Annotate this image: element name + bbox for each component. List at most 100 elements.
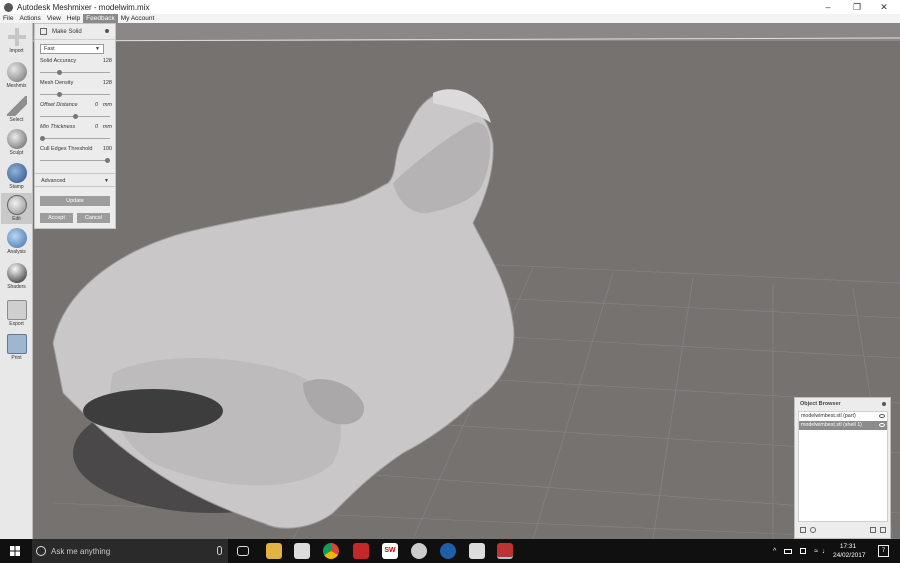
select-arrow-icon: [6, 96, 27, 116]
tool-edit[interactable]: Edit: [1, 193, 32, 224]
offset-distance-slider[interactable]: [40, 114, 110, 119]
param-unit: mm: [102, 102, 112, 108]
left-toolbar: Import Meshmix Select Sculpt Stamp Edit …: [0, 23, 33, 539]
app-icon[interactable]: [440, 543, 456, 559]
param-label: Mesh Density: [40, 80, 74, 86]
tool-label: Analysis: [7, 249, 26, 255]
taskbar-search-box[interactable]: Ask me anything: [32, 539, 228, 563]
solid-accuracy-slider[interactable]: [40, 70, 110, 75]
param-value: 0: [94, 102, 98, 108]
3d-viewport[interactable]: [33, 23, 900, 539]
menu-help[interactable]: Help: [64, 14, 83, 23]
tool-meshmix[interactable]: Meshmix: [1, 62, 32, 89]
chevron-up-icon[interactable]: ^: [773, 548, 776, 555]
tool-shaders[interactable]: Shaders: [1, 263, 32, 290]
plus-icon: [6, 27, 27, 47]
tool-label: Meshmix: [6, 83, 27, 89]
tool-analysis[interactable]: Analysis: [1, 228, 32, 255]
panel-header: Make Solid: [35, 24, 115, 40]
volume-icon[interactable]: ♩: [822, 548, 829, 555]
menu-view[interactable]: View: [44, 14, 64, 23]
trash-icon[interactable]: [880, 527, 886, 533]
battery-icon[interactable]: [784, 548, 793, 554]
param-value: 128: [102, 58, 112, 64]
meshmixer-taskbar-icon[interactable]: [497, 543, 513, 559]
tool-select[interactable]: Select: [1, 96, 32, 123]
network-icon[interactable]: [800, 548, 807, 554]
min-thickness-slider[interactable]: [40, 136, 110, 141]
mode-dropdown[interactable]: Fast ▼: [40, 44, 104, 54]
slider-knob[interactable]: [72, 114, 78, 119]
app-icon[interactable]: SW: [382, 543, 398, 559]
param-label: Min Thickness: [40, 124, 76, 130]
file-explorer-icon[interactable]: [266, 543, 282, 559]
chrome-icon[interactable]: [323, 543, 339, 559]
advanced-section-toggle[interactable]: Advanced ▼: [35, 173, 115, 187]
export-icon: [6, 300, 27, 320]
tool-label: Sculpt: [9, 150, 24, 156]
cortana-icon: [36, 546, 46, 556]
mode-value: Fast: [44, 46, 55, 52]
slider-knob[interactable]: [40, 136, 45, 141]
maximize-button[interactable]: ❐: [843, 0, 871, 14]
menu-my-account[interactable]: My Account: [118, 14, 158, 23]
clock-time: 17:31: [839, 543, 857, 550]
param-offset-distance: Offset Distance 0 mm: [40, 102, 112, 110]
wifi-icon[interactable]: ≈: [814, 548, 818, 555]
task-view-icon[interactable]: [237, 546, 249, 556]
param-label: Solid Accuracy: [40, 58, 77, 64]
update-button[interactable]: Update: [40, 196, 110, 206]
tool-sculpt[interactable]: Sculpt: [1, 129, 32, 156]
panel-title: Make Solid: [52, 28, 82, 35]
close-button[interactable]: ✕: [870, 0, 898, 14]
make-solid-icon: [40, 28, 47, 35]
meshmixer-app-icon: [4, 2, 13, 12]
param-unit: mm: [102, 124, 112, 130]
tool-export[interactable]: Export: [1, 300, 32, 327]
tool-label: Export: [9, 321, 24, 327]
tool-label: Import: [9, 48, 24, 54]
app-icon[interactable]: [411, 543, 427, 559]
analysis-icon: [6, 228, 27, 248]
app-icon[interactable]: [469, 543, 485, 559]
slider-knob[interactable]: [56, 70, 62, 75]
taskbar-clock[interactable]: 17:31 24/02/2017: [833, 542, 866, 560]
minimize-button[interactable]: –: [814, 0, 842, 14]
accept-button[interactable]: Accept: [40, 213, 73, 223]
app-icon[interactable]: [353, 543, 369, 559]
search-placeholder: Ask me anything: [51, 546, 111, 556]
param-value: 128: [102, 80, 112, 86]
tool-import[interactable]: Import: [1, 27, 32, 54]
mesh-density-slider[interactable]: [40, 92, 110, 97]
sculpt-brush-icon: [6, 129, 27, 149]
windows-start-icon[interactable]: [10, 546, 20, 556]
viewport-scene: [33, 23, 900, 539]
visibility-eye-icon[interactable]: [879, 414, 885, 418]
settings-icon[interactable]: [810, 527, 816, 533]
tool-label: Print: [11, 355, 22, 361]
param-label: Offset Distance: [40, 102, 78, 108]
object-browser-close-icon[interactable]: [882, 402, 886, 406]
panel-close-icon[interactable]: [105, 29, 109, 33]
menu-actions[interactable]: Actions: [16, 14, 43, 23]
object-name: modelwimbest.stl (part): [801, 413, 856, 419]
menu-file[interactable]: File: [0, 14, 16, 23]
menu-feedback[interactable]: Feedback: [83, 14, 118, 23]
object-item[interactable]: modelwimbest.stl (part): [799, 412, 887, 421]
object-browser: Object Browser modelwimbest.stl (part) m…: [794, 397, 891, 539]
slider-knob[interactable]: [105, 158, 110, 163]
microphone-icon[interactable]: [217, 546, 222, 555]
action-center-icon[interactable]: 7: [878, 545, 889, 557]
duplicate-icon[interactable]: [870, 527, 876, 533]
param-value: 0: [94, 124, 98, 130]
object-item-selected[interactable]: modelwimbest.stl (shell 1): [799, 421, 887, 430]
tool-print[interactable]: Print: [1, 334, 32, 361]
new-object-icon[interactable]: [800, 527, 806, 533]
clock-date: 24/02/2017: [833, 552, 866, 559]
tool-stamp[interactable]: Stamp: [1, 163, 32, 190]
store-icon[interactable]: [294, 543, 310, 559]
visibility-eye-icon[interactable]: [879, 423, 885, 427]
cull-edges-slider[interactable]: [40, 158, 110, 163]
cancel-button[interactable]: Cancel: [77, 213, 110, 223]
slider-knob[interactable]: [56, 92, 62, 97]
